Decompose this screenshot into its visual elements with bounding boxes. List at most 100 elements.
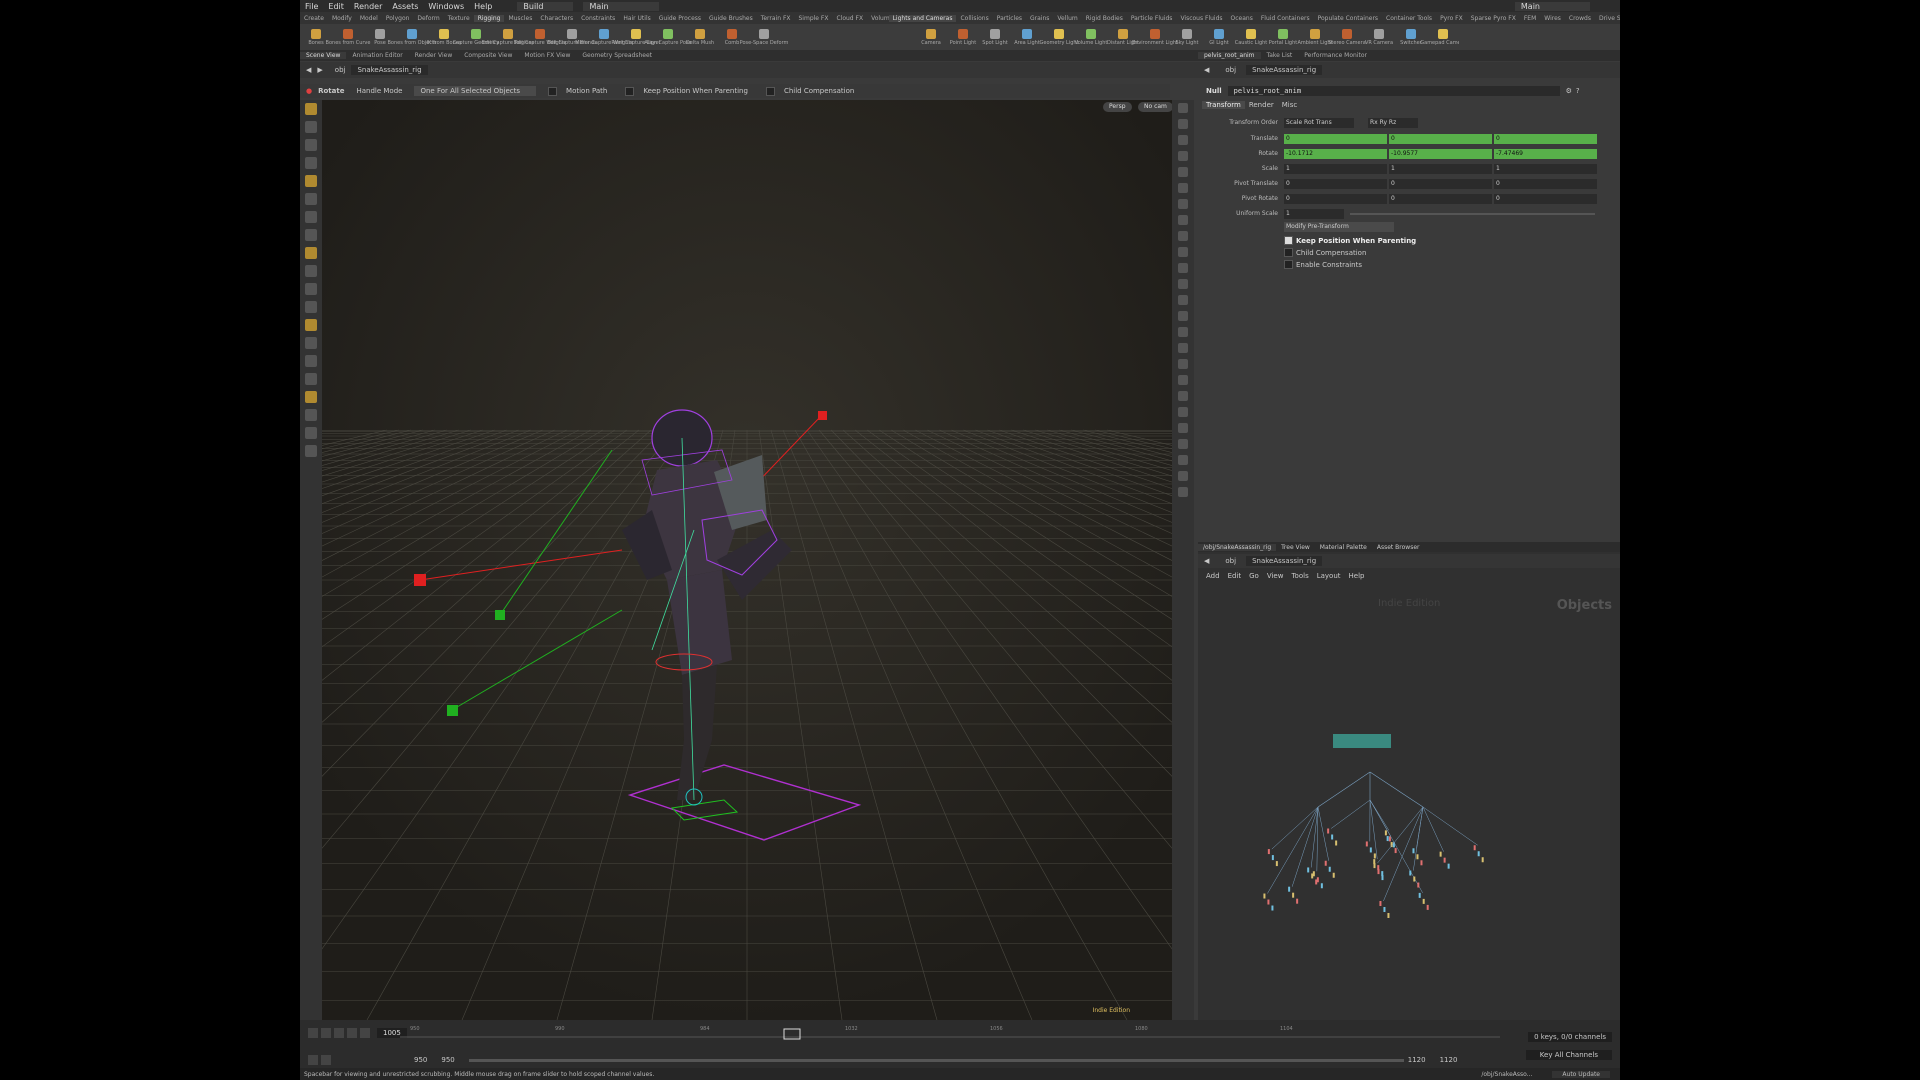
tab-transform[interactable]: Transform bbox=[1202, 101, 1245, 109]
scale-y-field[interactable]: 1 bbox=[1389, 163, 1492, 174]
viewport-tool-icon[interactable] bbox=[305, 139, 317, 151]
menu-help[interactable]: Help bbox=[474, 2, 492, 11]
scale-x-field[interactable]: 1 bbox=[1284, 163, 1387, 174]
tool-capture-geometry-button[interactable]: Capture Geometry bbox=[453, 24, 499, 50]
pivot-rotate-y-field[interactable]: 0 bbox=[1389, 193, 1492, 204]
tool-gi-light-button[interactable]: GI Light bbox=[1203, 24, 1235, 50]
display-option-icon[interactable] bbox=[1178, 183, 1188, 193]
shelf-tab-modify[interactable]: Modify bbox=[328, 15, 356, 22]
display-option-icon[interactable] bbox=[1178, 471, 1188, 481]
shelf-tab-container-tools[interactable]: Container Tools bbox=[1382, 15, 1436, 22]
shelf-tab-populate-containers[interactable]: Populate Containers bbox=[1314, 15, 1382, 22]
translate-z-field[interactable]: 0 bbox=[1494, 133, 1597, 144]
menu-edit[interactable]: Edit bbox=[328, 2, 344, 11]
param-path-context[interactable]: obj bbox=[1225, 66, 1236, 74]
display-option-icon[interactable] bbox=[1178, 407, 1188, 417]
pivot-rotate-x-field[interactable]: 0 bbox=[1284, 193, 1387, 204]
shelf-tab-vellum[interactable]: Vellum bbox=[1053, 15, 1081, 22]
menu-assets[interactable]: Assets bbox=[392, 2, 418, 11]
viewport-tool-icon[interactable] bbox=[305, 337, 317, 349]
display-option-icon[interactable] bbox=[1178, 247, 1188, 257]
uniform-scale-field[interactable]: 1 bbox=[1284, 208, 1344, 219]
menu-windows[interactable]: Windows bbox=[428, 2, 464, 11]
persp-button[interactable]: Persp bbox=[1103, 102, 1132, 112]
shelf-tab-sparse-pyro-fx[interactable]: Sparse Pyro FX bbox=[1467, 15, 1520, 22]
tab-render[interactable]: Render bbox=[1245, 101, 1278, 109]
shelf-tab-constraints[interactable]: Constraints bbox=[577, 15, 619, 22]
shelf-tab-rigid-bodies[interactable]: Rigid Bodies bbox=[1082, 15, 1127, 22]
right-main-selector[interactable]: Main bbox=[1514, 1, 1590, 11]
tool-edit-capture-weights-button[interactable]: Edit Capture Weights bbox=[514, 24, 566, 50]
tool-spot-light-button[interactable]: Spot Light bbox=[979, 24, 1011, 50]
display-option-icon[interactable] bbox=[1178, 375, 1188, 385]
transform-order-dropdown[interactable]: Scale Rot Trans bbox=[1284, 117, 1354, 128]
tool-environment-light-button[interactable]: Environment Light bbox=[1132, 24, 1178, 50]
tool-align-capture-pose-button[interactable]: Align Capture Pose bbox=[644, 24, 692, 50]
pivot-translate-z-field[interactable]: 0 bbox=[1494, 178, 1597, 189]
realtime-icon[interactable] bbox=[308, 1055, 318, 1065]
shelf-tab-terrain-fx[interactable]: Terrain FX bbox=[757, 15, 795, 22]
option-keep-position[interactable]: Keep Position When Parenting bbox=[625, 86, 754, 96]
viewport-tool-icon[interactable] bbox=[305, 409, 317, 421]
tab-misc[interactable]: Misc bbox=[1278, 101, 1301, 109]
gear-icon[interactable]: ⚙ bbox=[1566, 87, 1572, 95]
shelf-tab-oceans[interactable]: Oceans bbox=[1227, 15, 1257, 22]
shelf-tab-particles[interactable]: Particles bbox=[993, 15, 1026, 22]
range-end-2[interactable]: 1120 bbox=[1440, 1056, 1458, 1064]
tool-volume-light-button[interactable]: Volume Light bbox=[1075, 24, 1107, 50]
tool-delta-mush-button[interactable]: Delta Mush bbox=[684, 24, 716, 50]
rotate-z-field[interactable]: -7.47469 bbox=[1494, 148, 1597, 159]
tool-pose-space-deform-button[interactable]: Pose-Space Deform bbox=[740, 24, 788, 50]
shelf-tab-volume[interactable]: Volume bbox=[867, 15, 889, 22]
scene-viewport[interactable]: Indie Edition bbox=[322, 100, 1172, 1020]
viewport-canvas[interactable]: Indie Edition bbox=[322, 100, 1172, 1020]
forward-icon[interactable]: ▶ bbox=[317, 66, 322, 74]
back-icon[interactable]: ◀ bbox=[306, 66, 311, 74]
shelf-tab-rigging[interactable]: Rigging bbox=[473, 14, 505, 22]
keep-position-checkbox[interactable] bbox=[1284, 236, 1296, 245]
pane-tab-scene-view[interactable]: Scene View bbox=[300, 52, 347, 59]
display-option-icon[interactable] bbox=[1178, 103, 1188, 113]
tool-vr-camera-button[interactable]: VR Camera bbox=[1363, 24, 1395, 50]
shelf-tab-crowds[interactable]: Crowds bbox=[1565, 15, 1595, 22]
display-option-icon[interactable] bbox=[1178, 439, 1188, 449]
display-option-icon[interactable] bbox=[1178, 119, 1188, 129]
viewport-tool-icon[interactable] bbox=[305, 283, 317, 295]
tool-stereo-camera-button[interactable]: Stereo Camera bbox=[1328, 24, 1366, 50]
play-icon[interactable] bbox=[347, 1028, 357, 1038]
display-option-icon[interactable] bbox=[1178, 311, 1188, 321]
pivot-rotate-z-field[interactable]: 0 bbox=[1494, 193, 1597, 204]
shelf-tab-lights-and-cameras[interactable]: Lights and Cameras bbox=[888, 14, 957, 22]
menu-render[interactable]: Render bbox=[354, 2, 382, 11]
viewport-tool-icon[interactable] bbox=[305, 121, 317, 133]
auto-update-button[interactable]: Auto Update bbox=[1552, 1070, 1610, 1078]
display-option-icon[interactable] bbox=[1178, 487, 1188, 497]
range-end[interactable]: 1120 bbox=[1408, 1056, 1426, 1064]
tool-pose-button[interactable]: Pose bbox=[364, 24, 396, 50]
key-all-channels-button[interactable]: Key All Channels bbox=[1525, 1050, 1612, 1060]
viewport-tool-icon[interactable] bbox=[305, 103, 317, 115]
enable-constraints-checkbox[interactable] bbox=[1284, 260, 1296, 269]
param-path-node[interactable]: SnakeAssassin_rig bbox=[1246, 65, 1323, 75]
display-option-icon[interactable] bbox=[1178, 327, 1188, 337]
viewport-tool-icon[interactable] bbox=[305, 247, 317, 259]
pane-tab-composite-view[interactable]: Composite View bbox=[458, 52, 518, 59]
go-start-icon[interactable] bbox=[308, 1028, 318, 1038]
tool-edit-capture-blends-button[interactable]: Edit Capture Blends bbox=[547, 24, 597, 50]
display-option-icon[interactable] bbox=[1178, 295, 1188, 305]
modify-pre-transform-dropdown[interactable]: Modify Pre-Transform bbox=[1284, 221, 1394, 232]
range-start-2[interactable]: 950 bbox=[441, 1056, 454, 1064]
tool-ambient-light-button[interactable]: Ambient Light bbox=[1297, 24, 1333, 50]
shelf-tab-deform[interactable]: Deform bbox=[413, 15, 443, 22]
translate-x-field[interactable]: 0 bbox=[1284, 133, 1387, 144]
tool-geometry-light-button[interactable]: Geometry Light bbox=[1040, 24, 1079, 50]
rotate-x-field[interactable]: -10.1712 bbox=[1284, 148, 1387, 159]
shelf-tab-cloud-fx[interactable]: Cloud FX bbox=[832, 15, 867, 22]
shelf-tab-polygon[interactable]: Polygon bbox=[382, 15, 414, 22]
translate-y-field[interactable]: 0 bbox=[1389, 133, 1492, 144]
pane-tab-motion-fx-view[interactable]: Motion FX View bbox=[518, 52, 576, 59]
option-motion-path[interactable]: Motion Path bbox=[548, 86, 613, 96]
viewport-tool-icon[interactable] bbox=[305, 319, 317, 331]
main-selector[interactable]: Main bbox=[583, 1, 659, 11]
option-child-compensation[interactable]: Child Compensation bbox=[765, 86, 860, 96]
